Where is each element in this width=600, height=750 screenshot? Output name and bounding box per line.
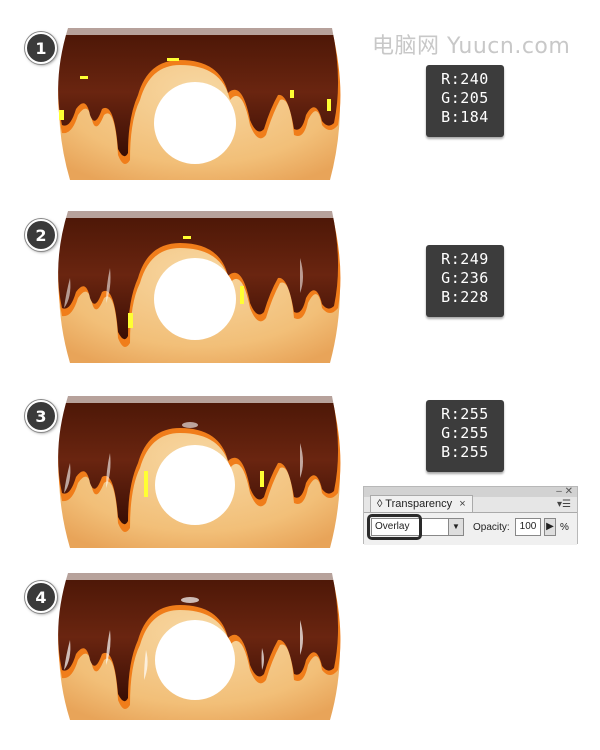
green-value: G:205 <box>441 89 489 107</box>
blue-value: B:184 <box>441 108 489 126</box>
collapse-icon[interactable]: – <box>556 486 562 497</box>
opacity-input[interactable]: 100 <box>515 518 541 536</box>
green-value: G:236 <box>441 269 489 287</box>
donut-step-4: 4 <box>0 570 360 750</box>
red-value: R:240 <box>441 70 489 88</box>
step-number-badge: 1 <box>25 32 57 64</box>
step-number-badge: 4 <box>25 581 57 613</box>
green-value: G:255 <box>441 424 489 442</box>
donut-step-2: 2 <box>0 208 360 388</box>
panel-window-buttons: – ✕ <box>556 487 573 497</box>
red-value: R:255 <box>441 405 489 423</box>
opacity-slider-button[interactable]: ▶ <box>544 518 556 536</box>
watermark: 电脑网 Yuucn.com <box>372 34 571 59</box>
opacity-label: Opacity: <box>473 522 510 533</box>
tab-transparency[interactable]: ◊ Transparency × <box>370 495 473 513</box>
close-panel-icon[interactable]: ✕ <box>565 486 573 497</box>
tab-label: Transparency <box>385 498 453 510</box>
rgb-value-box-3: R:255 G:255 B:255 <box>426 400 504 472</box>
donut-step-1: 1 <box>0 25 360 205</box>
rgb-value-box-2: R:249 G:236 B:228 <box>426 245 504 317</box>
percent-label: % <box>560 522 569 533</box>
transparency-panel: – ✕ ◊ Transparency × ▾☰ Overlay ▼ Opacit… <box>363 486 578 545</box>
close-tab-icon[interactable]: × <box>459 498 465 510</box>
red-value: R:249 <box>441 250 489 268</box>
panel-menu-icon[interactable]: ▾☰ <box>557 499 571 510</box>
blue-value: B:255 <box>441 443 489 461</box>
step-number-badge: 3 <box>25 400 57 432</box>
step-number-badge: 2 <box>25 219 57 251</box>
chevron-down-icon[interactable]: ▼ <box>448 519 463 535</box>
tab-arrows-icon: ◊ <box>377 498 383 510</box>
blend-mode-highlight <box>367 514 422 540</box>
panel-body: Overlay ▼ Opacity: 100 ▶ % <box>364 512 577 545</box>
donut-step-3: 3 <box>0 393 360 573</box>
rgb-value-box-1: R:240 G:205 B:184 <box>426 65 504 137</box>
blue-value: B:228 <box>441 288 489 306</box>
